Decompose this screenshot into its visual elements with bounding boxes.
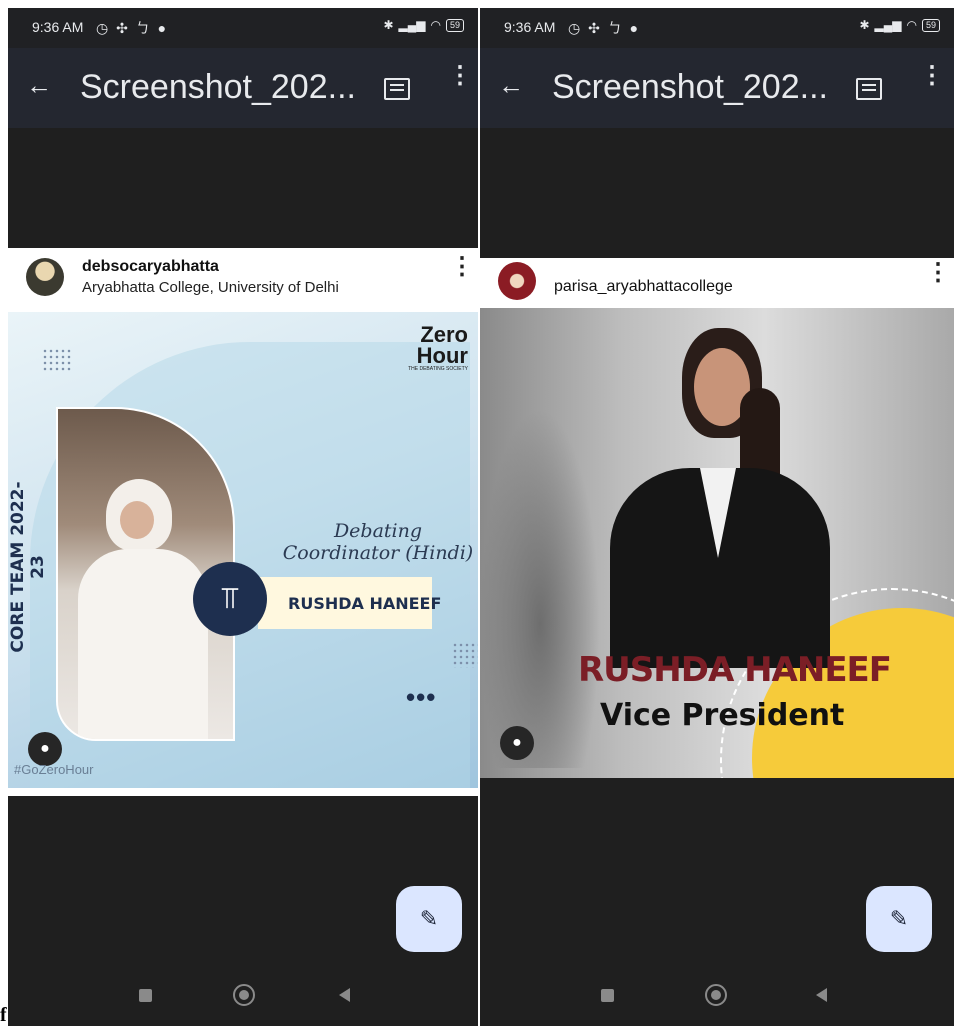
side-title: CORE TEAM 2022-23 [8,481,48,653]
home-nav-button[interactable] [705,984,727,1006]
avatar[interactable] [26,258,64,296]
status-bar: 9:36 AM ◷ ✣ ㄅ ● ✱ ▂▄▆ ◠ 59 [480,8,954,48]
podium-icon: ⫪ [221,582,239,615]
more-options-icon[interactable]: ⋮ [448,64,472,88]
bluetooth-icon: ✱ [383,18,394,32]
instagram-post: debsocaryabhatta Aryabhatta College, Uni… [8,248,478,796]
app-bar-title: Screenshot_202... [552,68,828,106]
dot-pattern [42,348,72,372]
app-bar-title: Screenshot_202... [80,68,356,106]
signal-icon: ▂▄▆ [874,18,902,32]
status-right-icons: ✱ ▂▄▆ ◠ 59 [859,18,940,32]
app-bar: ← Screenshot_202... ⋮ [8,48,478,128]
status-time: 9:36 AM [32,19,84,35]
name-text: RUSHDA HANEEF [288,594,442,613]
edit-fab-button[interactable]: ✎ [866,886,932,952]
ellipsis-icon: ••• [406,682,437,712]
back-nav-button[interactable] [339,988,350,1002]
post-location[interactable]: Aryabhatta College, University of Delhi [82,279,339,296]
avatar[interactable] [498,262,536,300]
post-image: RUSHDA HANEEF Vice President ● [480,308,954,778]
right-screenshot: 9:36 AM ◷ ✣ ㄅ ● ✱ ▂▄▆ ◠ 59 ← Screenshot_… [480,8,954,1026]
home-nav-button[interactable] [233,984,255,1006]
logo-line-2: Hour [416,343,468,368]
logo-subtitle: THE DEBATING SOCIETY [408,366,468,372]
post-header: parisa_aryabhattacollege ⋮ [480,258,954,308]
role-text: Vice President [600,698,845,733]
wifi-icon: ◠ [906,18,917,32]
signal-icon: ▂▄▆ [398,18,426,32]
left-screenshot: 9:36 AM ◷ ✣ ㄅ ● ✱ ▂▄▆ ◠ 59 ← Screenshot_… [8,8,478,1026]
post-image: Zero Hour THE DEBATING SOCIETY CORE TEAM… [8,312,478,788]
post-more-icon[interactable]: ⋮ [450,255,474,279]
status-notification-icons: ◷ ✣ ㄅ ● [96,20,169,36]
recents-nav-button[interactable] [139,989,152,1002]
role-text: Debating Coordinator (Hindi) [282,520,474,564]
status-notification-icons: ◷ ✣ ㄅ ● [568,20,641,36]
back-arrow-icon[interactable]: ← [498,70,524,101]
wifi-icon: ◠ [430,18,441,32]
status-time: 9:36 AM [504,19,556,35]
post-username[interactable]: parisa_aryabhattacollege [554,278,733,296]
status-bar: 9:36 AM ◷ ✣ ㄅ ● ✱ ▂▄▆ ◠ 59 [8,8,478,48]
tagged-user-icon[interactable]: ● [28,732,62,766]
details-icon[interactable] [384,78,410,100]
name-text: RUSHDA HANEEF [578,650,892,690]
post-header: debsocaryabhatta Aryabhatta College, Uni… [8,248,478,308]
hashtag: #GoZeroHour [14,762,94,777]
recents-nav-button[interactable] [601,989,614,1002]
back-arrow-icon[interactable]: ← [26,70,52,101]
battery-icon: 59 [921,18,940,32]
instagram-post: parisa_aryabhattacollege ⋮ RUSHDA HANEEF… [480,258,954,778]
details-icon[interactable] [856,78,882,100]
pencil-icon: ✎ [889,906,909,931]
edit-fab-button[interactable]: ✎ [396,886,462,952]
pencil-icon: ✎ [419,906,439,931]
back-nav-button[interactable] [816,988,827,1002]
stray-letter: f [0,1004,7,1026]
post-username[interactable]: debsocaryabhatta [82,258,219,276]
app-bar: ← Screenshot_202... ⋮ [480,48,954,128]
post-more-icon[interactable]: ⋮ [926,261,950,285]
status-right-icons: ✱ ▂▄▆ ◠ 59 [383,18,464,32]
person-photo [600,328,840,668]
zero-hour-logo: Zero Hour THE DEBATING SOCIETY [408,324,468,373]
bluetooth-icon: ✱ [859,18,870,32]
navigation-bar [8,968,478,1026]
more-options-icon[interactable]: ⋮ [920,64,944,88]
dot-pattern [452,642,478,668]
tagged-user-icon[interactable]: ● [500,726,534,760]
navigation-bar [480,968,954,1026]
podium-badge: ⫪ [193,562,267,636]
battery-icon: 59 [445,18,464,32]
